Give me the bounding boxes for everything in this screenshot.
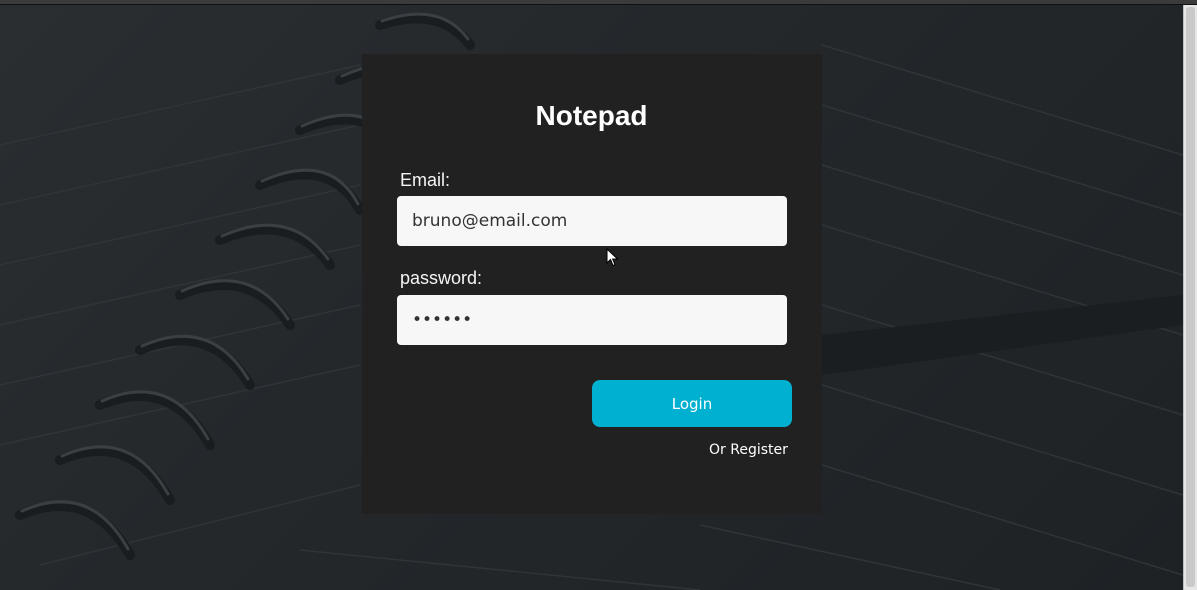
email-field[interactable] bbox=[397, 196, 787, 246]
password-label: password: bbox=[400, 268, 483, 288]
scrollbar-thumb[interactable] bbox=[1186, 7, 1195, 587]
mouse-pointer-icon bbox=[606, 247, 620, 273]
password-field[interactable] bbox=[397, 295, 787, 345]
login-button[interactable]: Login bbox=[592, 380, 792, 427]
email-label: Email: bbox=[400, 170, 451, 190]
app-title: Notepad bbox=[535, 100, 648, 131]
page-scrollbar[interactable] bbox=[1183, 5, 1197, 590]
register-link[interactable]: Or Register bbox=[709, 442, 788, 458]
